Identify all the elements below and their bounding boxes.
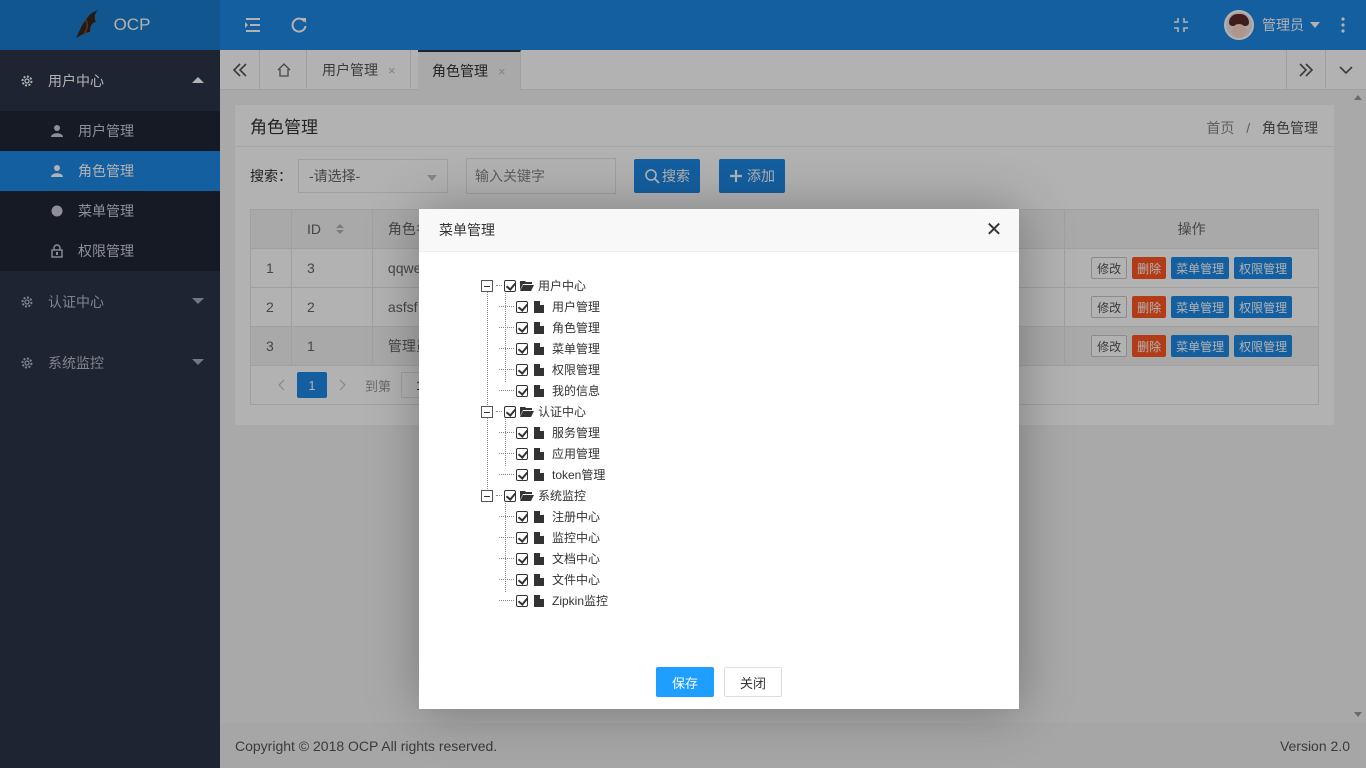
tree-connector (499, 306, 514, 307)
tree-node-label: 文件中心 (552, 573, 601, 587)
dialog-title: 菜单管理 (439, 222, 495, 238)
checkbox-checked-icon[interactable] (516, 468, 528, 481)
tree-node-label: 用户中心 (538, 279, 587, 293)
collapse-icon[interactable] (481, 489, 493, 502)
file-icon (534, 300, 544, 313)
file-icon (534, 384, 544, 397)
tree-node-group[interactable]: 认证中心 (481, 401, 608, 422)
tree-node-label: 用户管理 (552, 300, 601, 314)
file-icon (534, 468, 544, 481)
checkbox-checked-icon[interactable] (516, 426, 528, 439)
collapse-icon[interactable] (481, 279, 493, 292)
tree-node-leaf[interactable]: 菜单管理 (481, 338, 608, 359)
checkbox-checked-icon[interactable] (504, 279, 516, 292)
file-icon (534, 552, 544, 565)
tree-connector (499, 600, 514, 601)
tree-node-label: 应用管理 (552, 447, 601, 461)
tree-node-group[interactable]: 系统监控 (481, 485, 608, 506)
dialog-buttons: 保存 关闭 (419, 667, 1019, 697)
tree-node-label: 权限管理 (552, 363, 601, 377)
tree-node-label: 我的信息 (552, 384, 601, 398)
tree-node-label: 菜单管理 (552, 342, 601, 356)
file-icon (534, 342, 544, 355)
tree-node-label: 注册中心 (552, 510, 601, 524)
tree-node-leaf[interactable]: 文档中心 (481, 548, 608, 569)
close-icon[interactable]: ✕ (985, 220, 1003, 240)
tree-node-leaf[interactable]: 注册中心 (481, 506, 608, 527)
tree-node-label: 系统监控 (538, 489, 587, 503)
file-icon (534, 573, 544, 586)
tree-node-label: 认证中心 (538, 405, 587, 419)
checkbox-checked-icon[interactable] (516, 447, 528, 460)
collapse-icon[interactable] (481, 405, 493, 418)
tree-node-leaf[interactable]: 权限管理 (481, 359, 608, 380)
tree-node-leaf[interactable]: 角色管理 (481, 317, 608, 338)
checkbox-checked-icon[interactable] (516, 573, 528, 586)
tree-connector (499, 390, 514, 391)
checkbox-checked-icon[interactable] (504, 489, 516, 502)
tree-connector (496, 411, 502, 412)
save-button[interactable]: 保存 (655, 667, 714, 697)
tree-node-leaf[interactable]: 服务管理 (481, 422, 608, 443)
tree-connector (499, 348, 514, 349)
tree-node-leaf[interactable]: Zipkin监控 (481, 590, 608, 611)
tree-node-leaf[interactable]: 用户管理 (481, 296, 608, 317)
tree-node-label: 文档中心 (552, 552, 601, 566)
tree-connector (499, 453, 514, 454)
checkbox-checked-icon[interactable] (516, 342, 528, 355)
tree-connector (499, 327, 514, 328)
tree-connector (496, 285, 502, 286)
checkbox-checked-icon[interactable] (516, 321, 528, 334)
checkbox-checked-icon[interactable] (516, 531, 528, 544)
folder-open-icon (520, 407, 534, 417)
tree-node-leaf[interactable]: 应用管理 (481, 443, 608, 464)
close-button[interactable]: 关闭 (724, 667, 783, 697)
dialog-header: 菜单管理 (419, 209, 1019, 252)
file-icon (534, 531, 544, 544)
tree-node-leaf[interactable]: 文件中心 (481, 569, 608, 590)
menu-tree: 用户中心 用户管理 角色管理 菜单管理 权限管理 我的信息 认证中心 服务管理 … (481, 275, 608, 611)
checkbox-checked-icon[interactable] (516, 363, 528, 376)
folder-open-icon (520, 281, 534, 291)
tree-node-label: token管理 (552, 468, 606, 482)
file-icon (534, 447, 544, 460)
file-icon (534, 510, 544, 523)
checkbox-checked-icon[interactable] (516, 510, 528, 523)
tree-node-label: 角色管理 (552, 321, 601, 335)
tree-connector (499, 474, 514, 475)
tree-connector (499, 537, 514, 538)
checkbox-checked-icon[interactable] (504, 405, 516, 418)
file-icon (534, 594, 544, 607)
tree-connector (499, 432, 514, 433)
file-icon (534, 426, 544, 439)
folder-open-icon (520, 491, 534, 501)
tree-node-label: Zipkin监控 (552, 594, 609, 608)
tree-node-leaf[interactable]: token管理 (481, 464, 608, 485)
tree-connector (499, 369, 514, 370)
tree-connector (499, 516, 514, 517)
tree-connector (496, 495, 502, 496)
tree-connector (499, 579, 514, 580)
checkbox-checked-icon[interactable] (516, 384, 528, 397)
file-icon (534, 321, 544, 334)
tree-connector (499, 558, 514, 559)
file-icon (534, 363, 544, 376)
checkbox-checked-icon[interactable] (516, 300, 528, 313)
checkbox-checked-icon[interactable] (516, 552, 528, 565)
tree-node-label: 监控中心 (552, 531, 601, 545)
tree-node-leaf[interactable]: 监控中心 (481, 527, 608, 548)
tree-node-leaf[interactable]: 我的信息 (481, 380, 608, 401)
tree-node-label: 服务管理 (552, 426, 601, 440)
menu-management-dialog: 菜单管理 ✕ 用户中心 用户管理 角色管理 菜单管理 权限管理 我的信息 认证中… (419, 209, 1019, 709)
checkbox-checked-icon[interactable] (516, 594, 528, 607)
tree-node-group[interactable]: 用户中心 (481, 275, 608, 296)
